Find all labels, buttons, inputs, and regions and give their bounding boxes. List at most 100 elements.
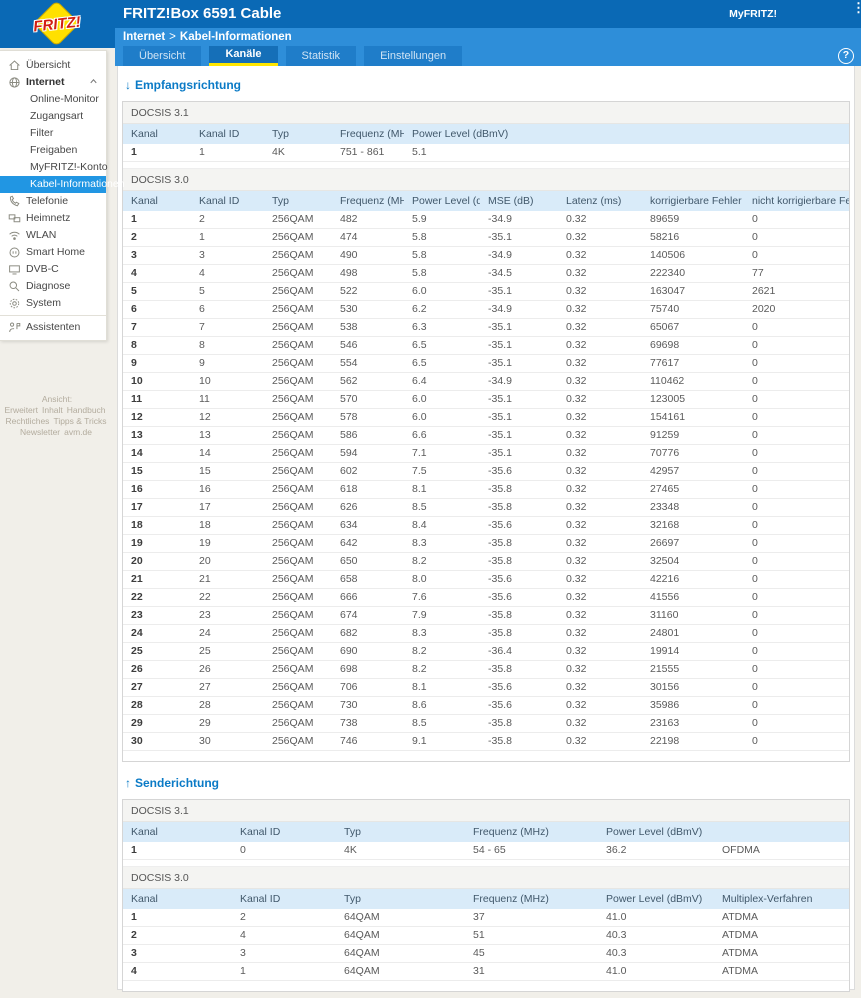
tab-einstellungen[interactable]: Einstellungen [364,46,462,66]
sidebar-item-heimnetz[interactable]: Heimnetz [0,210,106,227]
cell: -35.1 [480,229,558,247]
cell: 0.32 [558,697,642,715]
footer-link-rechtliches[interactable]: Rechtliches [4,416,52,426]
table-row: 2424256QAM6828.3-35.80.32248010 [123,625,849,643]
table-row: 2929256QAM7388.5-35.80.32231630 [123,715,849,733]
chevron-up-icon [88,76,99,87]
cell: -35.8 [480,553,558,571]
column-header: Frequenz (MHz) [465,889,598,909]
cell: 1 [123,909,232,927]
cell: 11 [123,391,191,409]
upstream-tables: DOCSIS 3.1 KanalKanal IDTypFrequenz (MHz… [122,799,850,992]
docsis31-upstream-table: KanalKanal IDTypFrequenz (MHz)Power Leve… [123,822,849,860]
sidebar-item-kabel-informationen[interactable]: Kabel-Informationen [0,176,106,193]
sidebar-item-freigaben[interactable]: Freigaben [0,142,106,159]
cell: 89659 [642,211,744,229]
cell: 256QAM [264,517,332,535]
cell: 0 [744,499,849,517]
footer-link-inhalt[interactable]: Inhalt [40,405,65,415]
cell: 65067 [642,319,744,337]
footer-link-line: RechtlichesTipps & Tricks [0,416,112,427]
cell: 1 [123,211,191,229]
table-row: 114K751 - 8615.1 [123,144,849,162]
sidebar-item-myfritz-konto[interactable]: MyFRITZ!-Konto [0,159,106,176]
sidebar-item-zugangsart[interactable]: Zugangsart [0,108,106,125]
cell: 690 [332,643,404,661]
cell: 0 [744,211,849,229]
kebab-menu-icon[interactable]: ⋮ [852,5,860,11]
sidebar-item-filter[interactable]: Filter [0,125,106,142]
sidebar-item-wlan[interactable]: WLAN [0,227,106,244]
sidebar-item-label: Kabel-Informationen [30,176,125,193]
table-header-row: KanalKanal IDTypFrequenz (MHz)Power Leve… [123,889,849,909]
cell: 40.3 [598,927,714,945]
cell: 0.32 [558,625,642,643]
cell: 5.8 [404,247,480,265]
sidebar-item-smart-home[interactable]: Smart Home [0,244,106,261]
cell: 17 [123,499,191,517]
cell: 19 [123,535,191,553]
footer-link-newsletter[interactable]: Newsletter [18,427,62,437]
sidebar-item-dvb-c[interactable]: DVB-C [0,261,106,278]
table-row: 1818256QAM6348.4-35.60.32321680 [123,517,849,535]
table-row: 77256QAM5386.3-35.10.32650670 [123,319,849,337]
top-header-bar: FRITZ!Box 6591 Cable MyFRITZ! ⋮ [115,0,861,28]
cell: 64QAM [336,945,465,963]
footer-link-handbuch[interactable]: Handbuch [65,405,108,415]
cell: 0 [744,553,849,571]
cell: 650 [332,553,404,571]
cell: 29 [191,715,264,733]
tab-kan-le[interactable]: Kanäle [209,46,277,66]
sidebar-item-online-monitor[interactable]: Online-Monitor [0,91,106,108]
senderichtung-section-title[interactable]: ↑Senderichtung [125,776,851,790]
tab-statistik[interactable]: Statistik [286,46,357,66]
cell: 256QAM [264,427,332,445]
cell: 666 [332,589,404,607]
sidebar-item-telefonie[interactable]: Telefonie [0,193,106,210]
column-header [714,822,849,842]
cell: -34.9 [480,301,558,319]
cell: 0.32 [558,301,642,319]
cell: 5 [191,283,264,301]
cell: 0.32 [558,373,642,391]
sidebar-item-label: Heimnetz [26,210,70,227]
footer-link-avm-de[interactable]: avm.de [62,427,94,437]
table-row: 21256QAM4745.8-35.10.32582160 [123,229,849,247]
cell: 256QAM [264,661,332,679]
sidebar-item-label: Internet [26,74,65,91]
cell: 91259 [642,427,744,445]
cell: 27 [191,679,264,697]
sidebar-item-system[interactable]: System [0,295,106,312]
cell: 6.5 [404,355,480,373]
cell: 618 [332,481,404,499]
sidebar-item-bersicht[interactable]: Übersicht [0,57,106,74]
sidebar-item-internet[interactable]: Internet [0,74,106,91]
sidebar-item-label: DVB-C [26,261,59,278]
cell: 9.1 [404,733,480,751]
sidebar-item-diagnose[interactable]: Diagnose [0,278,106,295]
cell: 0 [744,733,849,751]
cell: 10 [123,373,191,391]
cell: 0.32 [558,427,642,445]
table-row: 66256QAM5306.2-34.90.32757402020 [123,301,849,319]
cell: 0.32 [558,463,642,481]
sidebar-item-assistenten[interactable]: Assistenten [0,319,106,336]
help-icon[interactable]: ? [838,48,854,64]
cell: 498 [332,265,404,283]
cell: 546 [332,337,404,355]
downstream-tables: DOCSIS 3.1 KanalKanal IDTypFrequenz (MHz… [122,101,850,762]
cell: 674 [332,607,404,625]
empfangsrichtung-section-title[interactable]: ↓Empfangsrichtung [125,78,851,92]
column-header: Multiplex-Verfahren [714,889,849,909]
column-header: Latenz (ms) [558,191,642,211]
sidebar-item-label: WLAN [26,227,56,244]
cell: 482 [332,211,404,229]
breadcrumb-section[interactable]: Internet [123,31,165,43]
footer-link-tipps-tricks[interactable]: Tipps & Tricks [51,416,108,426]
myfritz-link[interactable]: MyFRITZ! [729,8,777,20]
tab-bersicht[interactable]: Übersicht [123,46,201,66]
cell: 26 [191,661,264,679]
cell: 4K [264,144,332,162]
column-header: Kanal [123,124,191,144]
sidebar-footer-links: Ansicht: ErweitertInhaltHandbuchRechtlic… [0,394,112,438]
